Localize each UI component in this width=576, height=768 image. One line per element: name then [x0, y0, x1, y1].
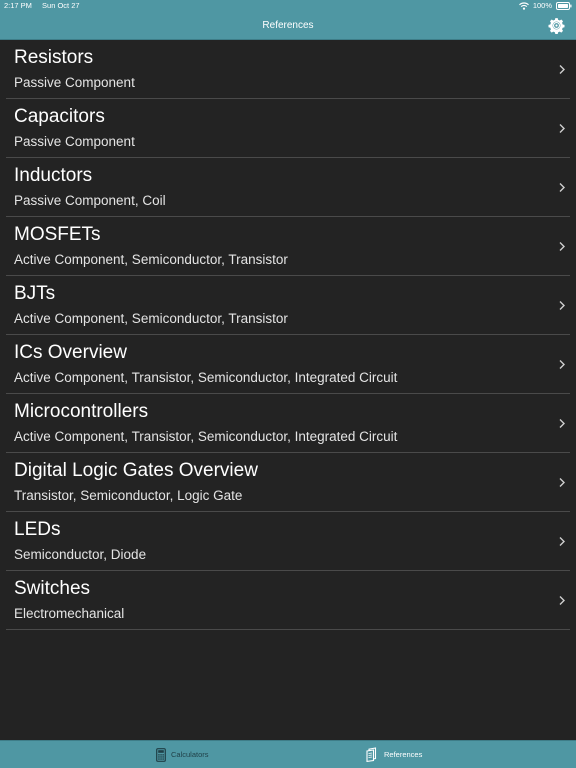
- list-item[interactable]: Capacitors Passive Component: [0, 99, 576, 158]
- list-item-title: ICs Overview: [14, 342, 127, 363]
- page-title: References: [262, 20, 314, 31]
- list-item-subtitle: Passive Component: [14, 134, 135, 149]
- chevron-right-icon: [559, 360, 565, 369]
- status-bar: 2:17 PM Sun Oct 27 100%: [0, 0, 576, 12]
- tab-references-label: References: [384, 750, 423, 759]
- list-item-title: Inductors: [14, 165, 93, 186]
- chevron-right-icon: [559, 124, 565, 133]
- tab-calculators-label: Calculators: [171, 750, 209, 759]
- chevron-right-icon: [559, 596, 565, 605]
- calculator-icon: [156, 747, 166, 762]
- wifi-icon: [518, 2, 529, 10]
- list-item-title: LEDs: [14, 519, 61, 540]
- list-item[interactable]: ICs Overview Active Component, Transisto…: [0, 335, 576, 394]
- list-item-subtitle: Active Component, Transistor, Semiconduc…: [14, 370, 398, 385]
- list-item-title: Microcontrollers: [14, 401, 149, 422]
- list-item-title: Resistors: [14, 47, 94, 68]
- tab-calculators[interactable]: Calculators: [156, 741, 209, 768]
- tab-bar: Calculators References: [0, 740, 576, 768]
- chevron-right-icon: [559, 65, 565, 74]
- gear-icon: [548, 18, 565, 35]
- chevron-right-icon: [559, 183, 565, 192]
- references-list: Resistors Passive Component Capacitors P…: [0, 40, 576, 630]
- list-item[interactable]: Digital Logic Gates Overview Transistor,…: [0, 453, 576, 512]
- list-item[interactable]: LEDs Semiconductor, Diode: [0, 512, 576, 571]
- list-item-subtitle: Transistor, Semiconductor, Logic Gate: [14, 488, 243, 503]
- battery-percent: 100%: [532, 1, 552, 10]
- list-item-subtitle: Active Component, Semiconductor, Transis…: [14, 252, 288, 267]
- status-time: 2:17 PM: [4, 1, 32, 10]
- list-item-subtitle: Active Component, Semiconductor, Transis…: [14, 311, 288, 326]
- nav-bar: References: [0, 12, 576, 40]
- list-item-subtitle: Active Component, Transistor, Semiconduc…: [14, 429, 398, 444]
- list-item[interactable]: Microcontrollers Active Component, Trans…: [0, 394, 576, 453]
- chevron-right-icon: [559, 419, 565, 428]
- chevron-right-icon: [559, 242, 565, 251]
- list-item[interactable]: Resistors Passive Component: [0, 40, 576, 99]
- list-item-subtitle: Electromechanical: [14, 606, 125, 621]
- list-item[interactable]: Switches Electromechanical: [0, 571, 576, 630]
- status-right: 100%: [518, 0, 572, 12]
- list-item[interactable]: BJTs Active Component, Semiconductor, Tr…: [0, 276, 576, 335]
- list-item-title: BJTs: [14, 283, 56, 304]
- list-item-title: Capacitors: [14, 106, 105, 127]
- status-left: 2:17 PM Sun Oct 27: [4, 0, 88, 12]
- list-item[interactable]: MOSFETs Active Component, Semiconductor,…: [0, 217, 576, 276]
- chevron-right-icon: [559, 537, 565, 546]
- settings-button[interactable]: [548, 17, 565, 35]
- book-icon: [366, 747, 377, 762]
- chevron-right-icon: [559, 301, 565, 310]
- chevron-right-icon: [559, 478, 565, 487]
- status-date: Sun Oct 27: [42, 1, 80, 10]
- list-item-subtitle: Passive Component: [14, 75, 135, 90]
- list-item-title: Switches: [14, 578, 91, 599]
- list-item-subtitle: Semiconductor, Diode: [14, 547, 147, 562]
- tab-references[interactable]: References: [366, 741, 422, 768]
- list-item[interactable]: Inductors Passive Component, Coil: [0, 158, 576, 217]
- list-item-title: Digital Logic Gates Overview: [14, 460, 258, 481]
- list-item-subtitle: Passive Component, Coil: [14, 193, 166, 208]
- list-item-title: MOSFETs: [14, 224, 101, 245]
- battery-icon: [556, 2, 572, 10]
